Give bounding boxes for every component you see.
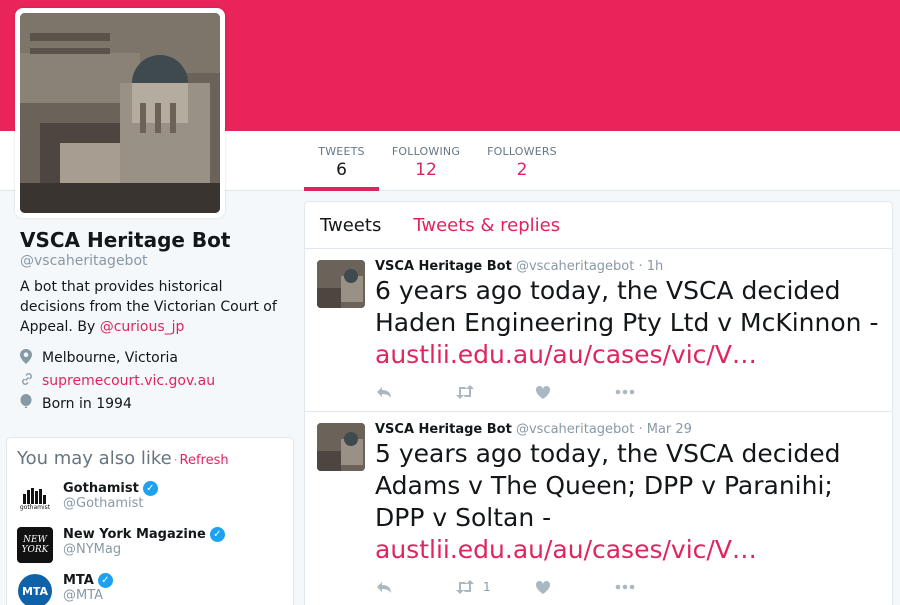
tweet-author-name[interactable]: VSCA Heritage Bot (375, 259, 512, 274)
retweet-icon (456, 385, 474, 399)
tab-tweets[interactable]: Tweets (320, 215, 381, 236)
location-text: Melbourne, Victoria (42, 350, 178, 366)
timeline: Tweets Tweets & replies VSCA Heritage Bo… (304, 201, 893, 605)
more-button[interactable] (615, 389, 695, 395)
verified-badge-icon: ✓ (97, 573, 113, 588)
suggestion-item[interactable]: gothamist Gothamist ✓ @Gothamist (17, 481, 283, 517)
mta-avatar: MTA (17, 573, 53, 605)
tweet-avatar[interactable] (317, 423, 365, 471)
profile-handle[interactable]: @vscaheritagebot (20, 253, 290, 269)
suggestion-item[interactable]: NEW YORK New York Magazine ✓ @NYMag (17, 527, 283, 563)
website-row: supremecourt.vic.gov.au (20, 372, 290, 390)
stat-followers[interactable]: FOLLOWERS 2 (486, 131, 558, 191)
avatar-wordmark: NEW YORK (21, 535, 49, 555)
suggestion-handle: @Gothamist (63, 496, 144, 511)
tweet-link[interactable]: austlii.edu.au/au/cases/vic/V… (375, 340, 757, 369)
tweet-author-handle[interactable]: @vscaheritagebot (516, 422, 634, 437)
tweet-author-name[interactable]: VSCA Heritage Bot (375, 422, 512, 437)
suggestion-handle: @NYMag (63, 542, 122, 557)
suggestion-name-text: MTA (63, 573, 94, 588)
tweet[interactable]: VSCA Heritage Bot @vscaheritagebot · 1h … (305, 249, 892, 412)
more-icon (615, 389, 635, 395)
tweet-text: 6 years ago today, the VSCA decided Hade… (375, 275, 880, 371)
profile-bio: A bot that provides historical decisions… (20, 277, 290, 337)
stat-value: 2 (516, 160, 528, 180)
profile-card: VSCA Heritage Bot @vscaheritagebot A bot… (20, 228, 290, 413)
heart-icon (535, 385, 551, 399)
verified-badge-icon: ✓ (142, 481, 158, 496)
avatar-image (20, 13, 220, 213)
tweet-header: VSCA Heritage Bot @vscaheritagebot · 1h (375, 259, 880, 274)
gothamist-avatar: gothamist (17, 481, 53, 517)
retweet-icon (456, 580, 474, 594)
more-icon (615, 584, 635, 590)
separator: · (173, 453, 178, 467)
map-pin-icon (20, 348, 42, 368)
location-row: Melbourne, Victoria (20, 348, 290, 368)
suggestion-name[interactable]: Gothamist ✓ (63, 481, 158, 496)
profile-name[interactable]: VSCA Heritage Bot (20, 228, 290, 252)
like-button[interactable] (535, 385, 615, 400)
tweet-author-handle[interactable]: @vscaheritagebot (516, 259, 634, 274)
link-icon (20, 372, 42, 390)
suggestion-name-text: Gothamist (63, 481, 139, 496)
website-link[interactable]: supremecourt.vic.gov.au (42, 373, 215, 389)
suggestion-name[interactable]: MTA ✓ (63, 573, 113, 588)
tab-tweets-replies[interactable]: Tweets & replies (413, 215, 560, 236)
bio-mention-link[interactable]: @curious_jp (100, 319, 185, 335)
avatar-wordmark: MTA (18, 574, 52, 605)
born-row: Born in 1994 (20, 394, 290, 414)
suggestions-title: You may also like (17, 448, 172, 469)
tweet-header: VSCA Heritage Bot @vscaheritagebot · Mar… (375, 422, 880, 437)
more-button[interactable] (615, 584, 695, 590)
timeline-tabs: Tweets Tweets & replies (305, 202, 892, 249)
stat-label: TWEETS (318, 145, 365, 158)
reply-icon (377, 387, 391, 398)
suggestion-item[interactable]: MTA MTA ✓ @MTA (17, 573, 283, 605)
tweet-body: 6 years ago today, the VSCA decided Hade… (375, 276, 879, 337)
reply-button[interactable] (375, 580, 455, 594)
tweet-timestamp[interactable]: · Mar 29 (638, 422, 691, 437)
tweet-actions (375, 381, 880, 403)
tweet[interactable]: VSCA Heritage Bot @vscaheritagebot · Mar… (305, 412, 892, 594)
reply-button[interactable] (375, 385, 455, 399)
suggestion-name[interactable]: New York Magazine ✓ (63, 527, 225, 542)
suggestion-name-text: New York Magazine (63, 527, 206, 542)
stat-tweets[interactable]: TWEETS 6 (304, 131, 379, 191)
tweet-timestamp[interactable]: · 1h (638, 259, 663, 274)
profile-avatar[interactable] (15, 8, 225, 218)
like-button[interactable] (535, 580, 615, 595)
tweet-actions: 1 (375, 576, 880, 598)
stat-following[interactable]: FOLLOWING 12 (390, 131, 462, 191)
retweet-button[interactable]: 1 (455, 580, 535, 594)
retweet-count: 1 (483, 580, 491, 594)
avatar-wordmark: gothamist (19, 503, 51, 511)
refresh-link[interactable]: Refresh (180, 453, 229, 468)
reply-icon (377, 582, 391, 593)
tweet-link[interactable]: austlii.edu.au/au/cases/vic/V… (375, 535, 757, 564)
suggestions-header: You may also like · Refresh (17, 448, 283, 469)
stat-value: 6 (336, 160, 347, 180)
tweet-body: 5 years ago today, the VSCA decided Adam… (375, 439, 841, 532)
nymag-avatar: NEW YORK (17, 527, 53, 563)
stat-value: 12 (415, 160, 437, 180)
tweet-text: 5 years ago today, the VSCA decided Adam… (375, 438, 880, 566)
verified-badge-icon: ✓ (209, 527, 225, 542)
born-text: Born in 1994 (42, 396, 132, 412)
suggestion-handle: @MTA (63, 588, 104, 603)
stat-label: FOLLOWING (391, 145, 461, 158)
stat-label: FOLLOWERS (487, 145, 557, 158)
tweet-avatar[interactable] (317, 260, 365, 308)
heart-icon (535, 580, 551, 594)
balloon-icon (20, 394, 42, 414)
retweet-button[interactable] (455, 385, 535, 399)
suggestions-module: You may also like · Refresh gothamist Goth… (6, 437, 294, 605)
